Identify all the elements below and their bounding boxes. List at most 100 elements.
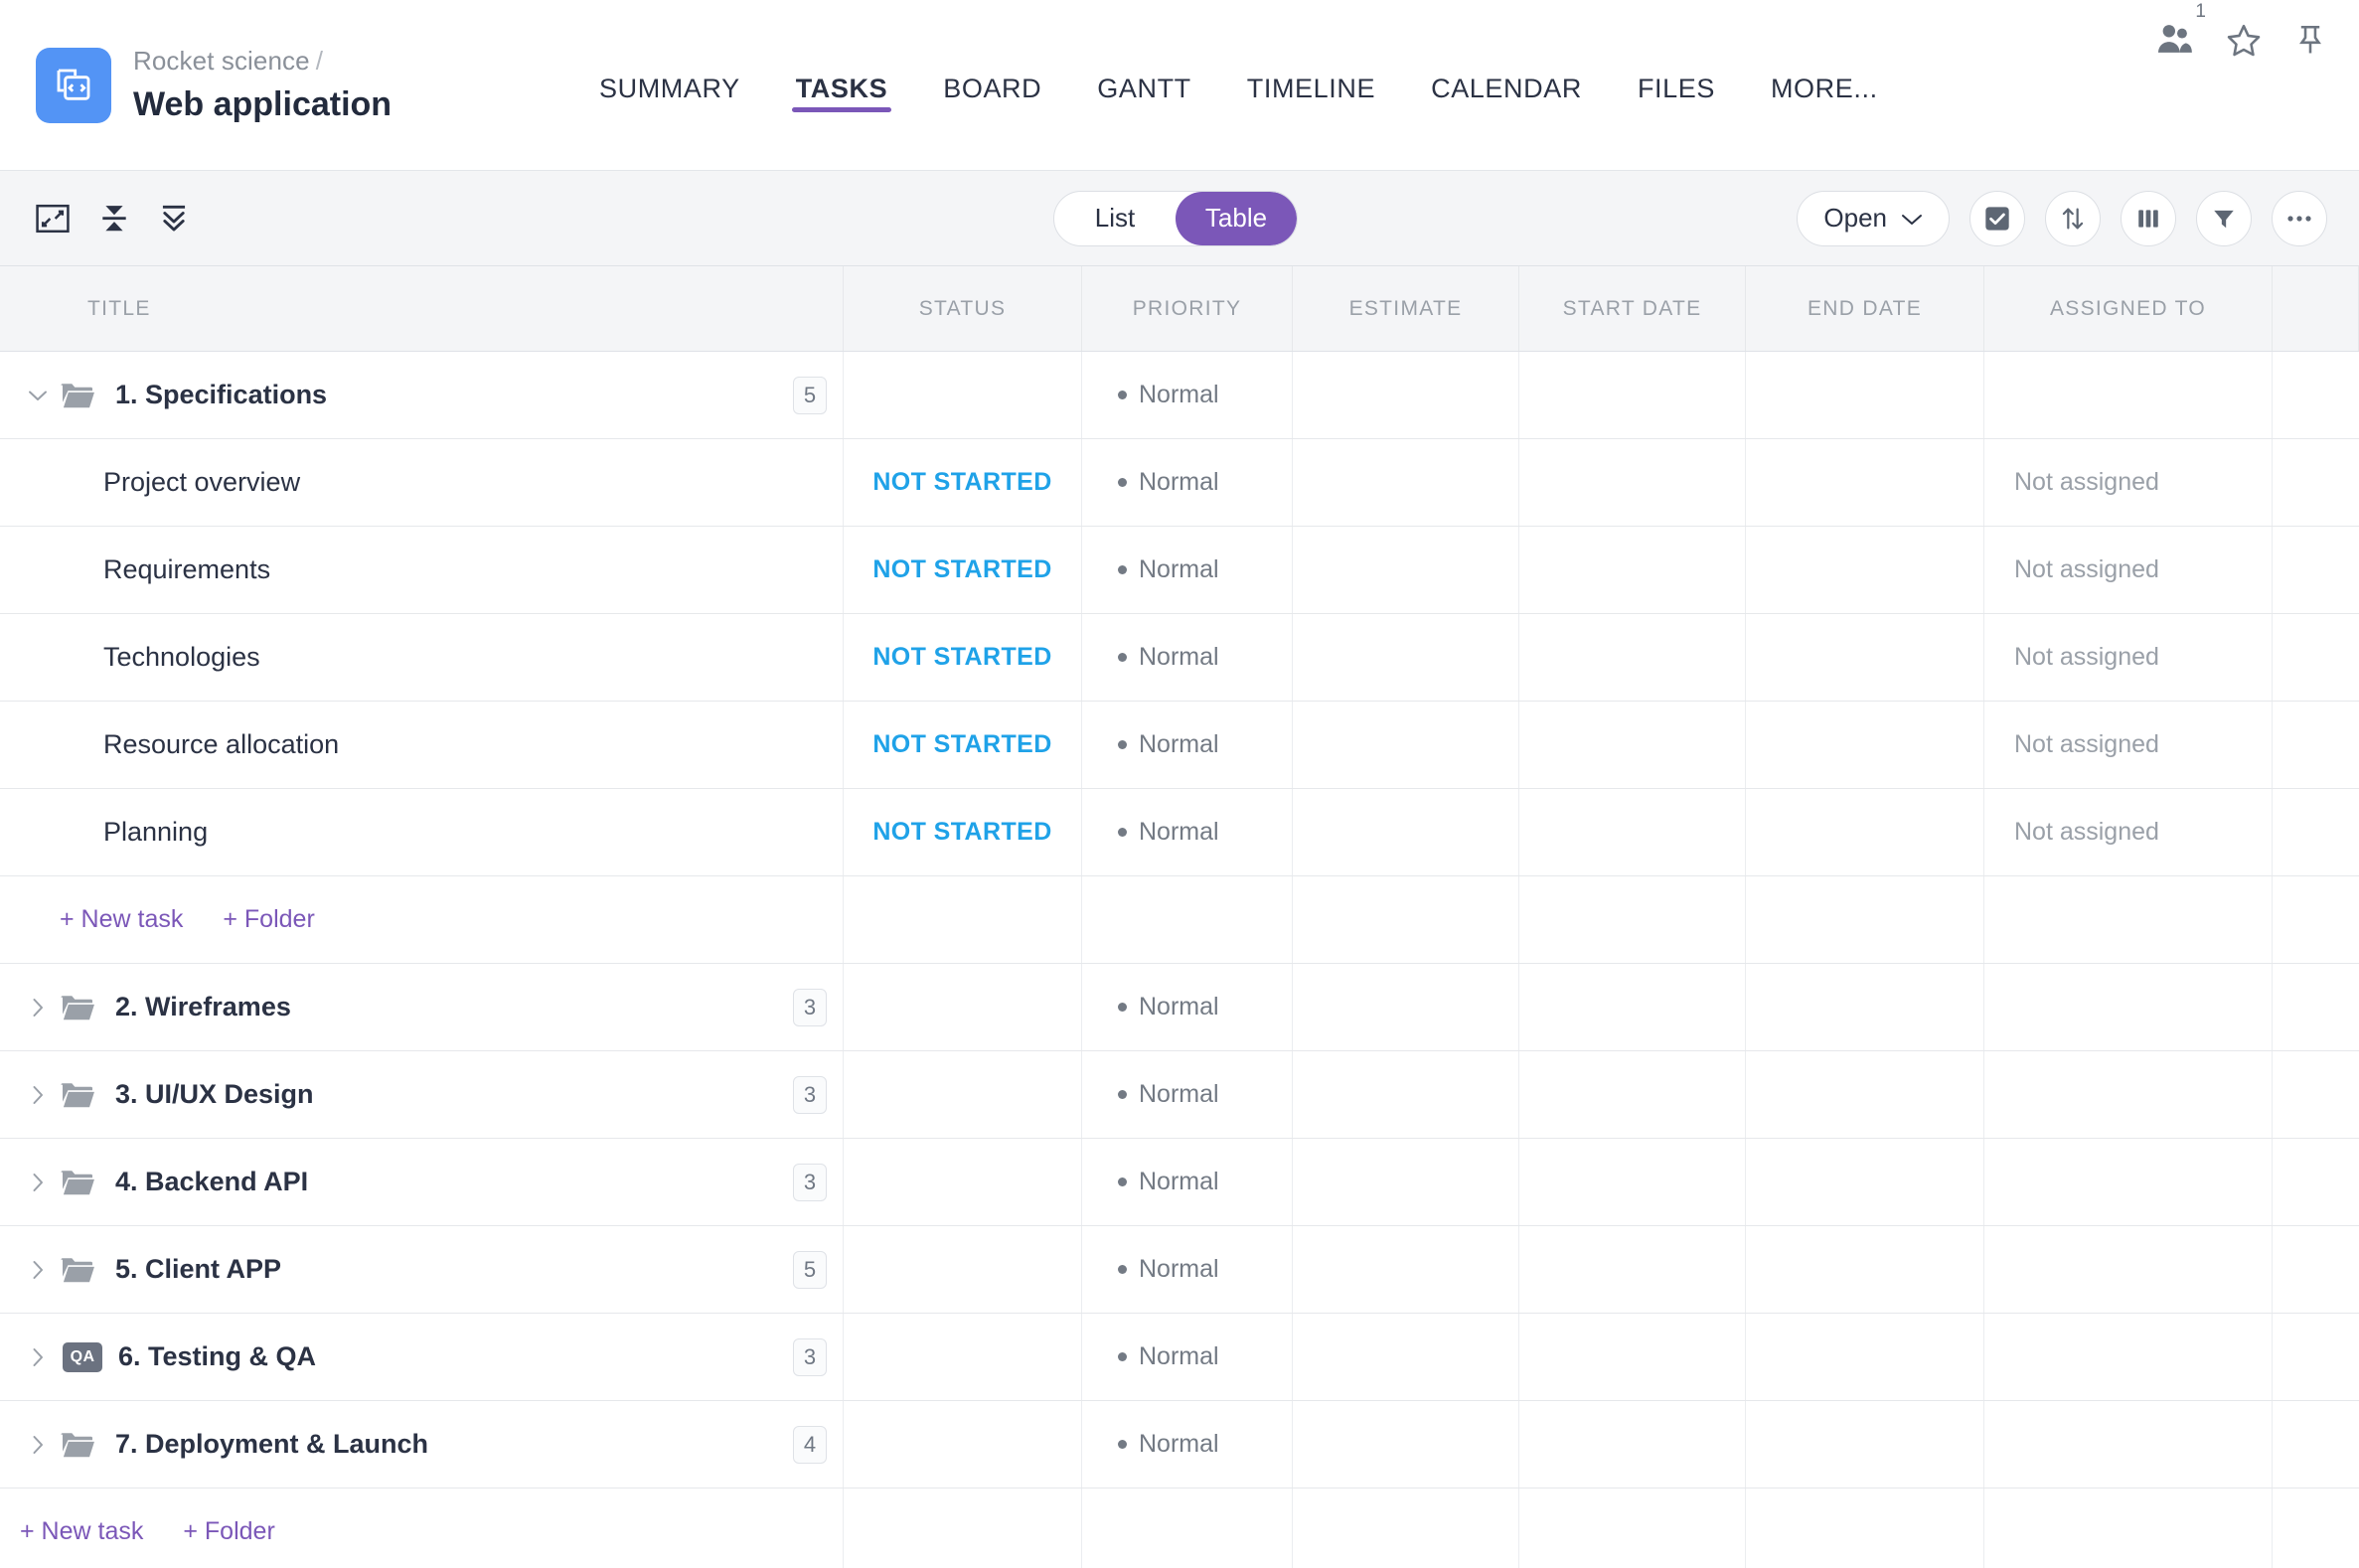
chevron-right-icon[interactable] [16,1084,60,1106]
folder-title-cell[interactable]: 5. Client APP 5 [0,1226,844,1313]
priority-cell[interactable]: Normal [1082,352,1293,438]
new-task-link[interactable]: + New task [20,1517,143,1546]
chevron-down-icon[interactable] [16,389,60,402]
status-filter-dropdown[interactable]: Open [1797,191,1950,246]
column-header-end-date[interactable]: END DATE [1746,266,1984,351]
tab-timeline[interactable]: TIMELINE [1219,3,1403,174]
status-cell[interactable]: NOT STARTED [844,614,1082,701]
assigned-to-cell[interactable]: Not assigned [1984,702,2273,788]
pin-icon[interactable] [2293,22,2327,58]
start-date-cell[interactable] [1519,1314,1746,1400]
priority-cell[interactable]: Normal [1082,527,1293,613]
assigned-to-cell[interactable] [1984,352,2273,438]
end-date-cell[interactable] [1746,1226,1984,1313]
table-row[interactable]: QA 6. Testing & QA 3 Normal [0,1314,2359,1401]
column-header-status[interactable]: STATUS [844,266,1082,351]
task-title-cell[interactable]: Project overview [0,439,844,526]
breadcrumb-parent[interactable]: Rocket science/ [133,45,392,78]
end-date-cell[interactable] [1746,1051,1984,1138]
start-date-cell[interactable] [1519,789,1746,875]
view-mode-table[interactable]: Table [1176,192,1297,245]
start-date-cell[interactable] [1519,614,1746,701]
task-title-cell[interactable]: Requirements [0,527,844,613]
view-mode-list[interactable]: List [1054,192,1176,245]
table-row[interactable]: Resource allocation NOT STARTED Normal N… [0,702,2359,789]
end-date-cell[interactable] [1746,1314,1984,1400]
table-row[interactable]: Project overview NOT STARTED Normal Not … [0,439,2359,527]
expand-all-icon[interactable] [159,203,189,235]
column-header-start-date[interactable]: START DATE [1519,266,1746,351]
assigned-to-cell[interactable] [1984,1226,2273,1313]
start-date-cell[interactable] [1519,1139,1746,1225]
tab-files[interactable]: FILES [1610,3,1743,174]
table-row[interactable]: 5. Client APP 5 Normal [0,1226,2359,1314]
folder-title-cell[interactable]: 2. Wireframes 3 [0,964,844,1050]
end-date-cell[interactable] [1746,1139,1984,1225]
status-cell[interactable]: NOT STARTED [844,789,1082,875]
folder-title-cell[interactable]: QA 6. Testing & QA 3 [0,1314,844,1400]
table-row[interactable]: 1. Specifications 5 Normal [0,352,2359,439]
table-row[interactable]: Planning NOT STARTED Normal Not assigned [0,789,2359,876]
folder-title-cell[interactable]: 4. Backend API 3 [0,1139,844,1225]
folder-title-cell[interactable]: 3. UI/UX Design 3 [0,1051,844,1138]
assigned-to-cell[interactable] [1984,1051,2273,1138]
estimate-cell[interactable] [1293,1401,1519,1488]
end-date-cell[interactable] [1746,1401,1984,1488]
assigned-to-cell[interactable]: Not assigned [1984,789,2273,875]
chevron-right-icon[interactable] [16,1434,60,1456]
estimate-cell[interactable] [1293,352,1519,438]
priority-cell[interactable]: Normal [1082,439,1293,526]
table-row[interactable]: Technologies NOT STARTED Normal Not assi… [0,614,2359,702]
priority-cell[interactable]: Normal [1082,702,1293,788]
priority-cell[interactable]: Normal [1082,1051,1293,1138]
folder-title-cell[interactable]: 7. Deployment & Launch 4 [0,1401,844,1488]
chevron-right-icon[interactable] [16,1346,60,1368]
estimate-cell[interactable] [1293,1314,1519,1400]
priority-cell[interactable]: Normal [1082,1226,1293,1313]
end-date-cell[interactable] [1746,439,1984,526]
end-date-cell[interactable] [1746,789,1984,875]
assigned-to-cell[interactable] [1984,1314,2273,1400]
end-date-cell[interactable] [1746,614,1984,701]
priority-cell[interactable]: Normal [1082,1139,1293,1225]
new-folder-link[interactable]: + Folder [183,1517,274,1546]
start-date-cell[interactable] [1519,527,1746,613]
new-folder-link[interactable]: + Folder [223,905,314,934]
chevron-right-icon[interactable] [16,997,60,1019]
task-title-cell[interactable]: Resource allocation [0,702,844,788]
collapse-all-icon[interactable] [99,203,129,235]
start-date-cell[interactable] [1519,439,1746,526]
star-icon[interactable] [2226,22,2262,58]
chevron-right-icon[interactable] [16,1259,60,1281]
estimate-cell[interactable] [1293,1139,1519,1225]
estimate-cell[interactable] [1293,527,1519,613]
filter-icon[interactable] [2196,191,2252,246]
assigned-to-cell[interactable] [1984,964,2273,1050]
start-date-cell[interactable] [1519,1401,1746,1488]
tab-summary[interactable]: SUMMARY [571,3,768,174]
assigned-to-cell[interactable]: Not assigned [1984,439,2273,526]
status-cell[interactable]: NOT STARTED [844,439,1082,526]
assigned-to-cell[interactable] [1984,1139,2273,1225]
table-row[interactable]: 2. Wireframes 3 Normal [0,964,2359,1051]
more-options-icon[interactable] [2272,191,2327,246]
priority-cell[interactable]: Normal [1082,789,1293,875]
tab-board[interactable]: BOARD [915,3,1069,174]
tab-gantt[interactable]: GANTT [1069,3,1219,174]
priority-cell[interactable]: Normal [1082,1314,1293,1400]
checkbox-icon[interactable] [1969,191,2025,246]
assigned-to-cell[interactable] [1984,1401,2273,1488]
table-row[interactable]: 3. UI/UX Design 3 Normal [0,1051,2359,1139]
assigned-to-cell[interactable]: Not assigned [1984,527,2273,613]
end-date-cell[interactable] [1746,527,1984,613]
tab-calendar[interactable]: CALENDAR [1403,3,1610,174]
table-row[interactable]: 4. Backend API 3 Normal [0,1139,2359,1226]
people-icon[interactable]: 1 [2156,22,2194,56]
estimate-cell[interactable] [1293,614,1519,701]
priority-cell[interactable]: Normal [1082,1401,1293,1488]
estimate-cell[interactable] [1293,439,1519,526]
estimate-cell[interactable] [1293,789,1519,875]
tab-more[interactable]: MORE... [1743,3,1906,174]
end-date-cell[interactable] [1746,702,1984,788]
status-cell[interactable]: NOT STARTED [844,527,1082,613]
